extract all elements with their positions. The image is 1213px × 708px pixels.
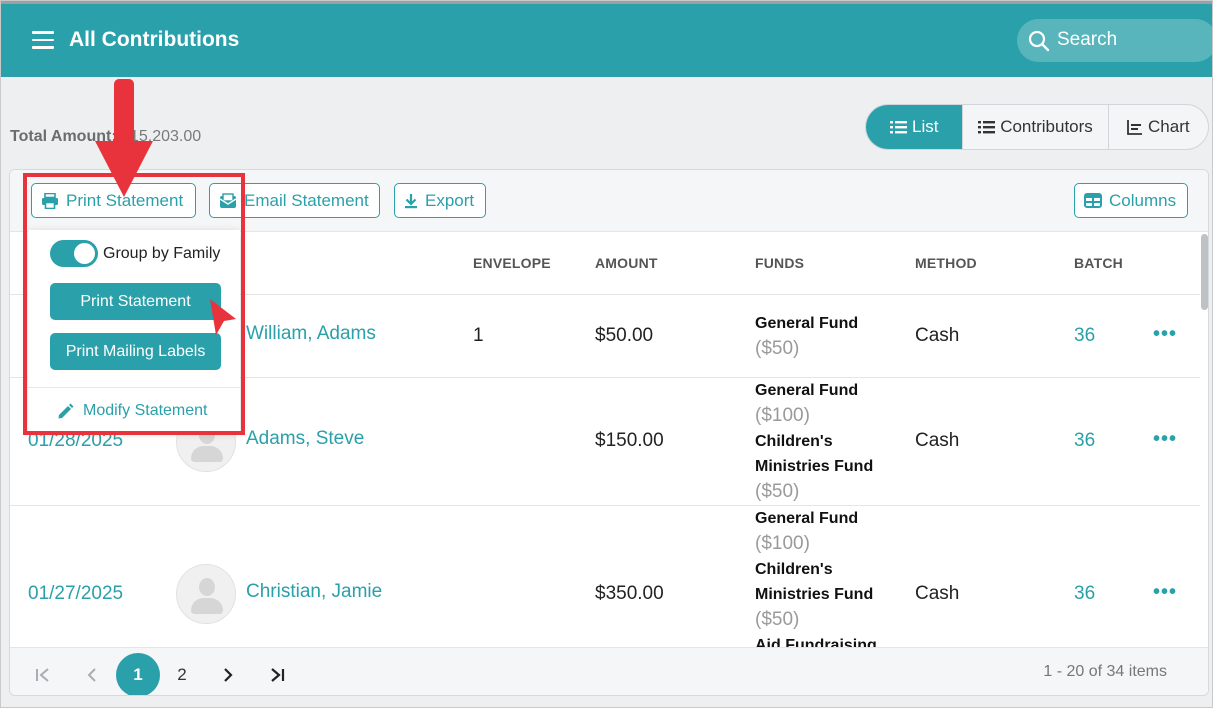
print-statement-menu: Group by Family Print Statement Print Ma… [28,230,240,431]
fund-entry: Aid Fundraising [755,633,895,647]
app-window: All Contributions Total Amount: $15,203.… [0,0,1213,708]
total-amount: Total Amount: $15,203.00 [10,128,201,146]
chart-icon [1127,120,1143,135]
total-amount-value: $15,203.00 [121,128,202,145]
batch-link[interactable]: 36 [1074,430,1095,452]
fund-entry: General Fund ($100) [755,378,895,429]
envelope-cell: 1 [473,325,484,346]
fund-amount: ($50) [755,338,800,359]
fund-amount: ($100) [755,405,810,426]
print-statement-menu-button[interactable]: Print Statement [50,283,221,320]
column-header-envelope[interactable]: ENVELOPE [473,255,551,271]
contributor-name-link[interactable]: William, Adams [246,323,376,345]
hamburger-menu-icon[interactable] [32,31,54,49]
next-page-icon[interactable] [206,653,250,695]
scrollbar-thumb[interactable] [1201,234,1208,310]
page-title: All Contributions [69,28,240,51]
fund-name: Children's Ministries Fund [755,561,874,603]
fund-name: General Fund [755,315,859,332]
column-header-method[interactable]: METHOD [915,255,977,271]
modify-statement-label: Modify Statement [83,402,208,419]
first-page-icon[interactable] [21,653,65,695]
fund-entry: General Fund ($100) [755,506,895,557]
fund-entry: Children's Ministries Fund ($50) [755,429,895,505]
contributor-name-link[interactable]: Adams, Steve [246,428,364,450]
funds-cell: General Fund ($100) Children's Ministrie… [755,506,895,647]
avatar [176,564,236,624]
group-by-family-toggle[interactable] [50,240,98,267]
amount-cell: $150.00 [595,430,664,451]
more-actions-icon[interactable]: ••• [1153,323,1177,346]
tab-list-label: List [911,117,939,136]
date-link[interactable]: 01/27/2025 [28,583,123,605]
fund-name: General Fund [755,382,859,399]
printer-icon [42,192,58,209]
total-amount-label: Total Amount: [10,128,117,145]
previous-page-icon[interactable] [70,653,114,695]
fund-name: General Fund [755,510,859,527]
email-statement-button[interactable]: Email Statement [209,183,380,218]
table-row[interactable]: 01/27/2025 Christian, Jamie $350.00 Gene… [10,506,1200,647]
top-bar: All Contributions [1,1,1212,77]
method-cell: Cash [915,583,960,604]
more-actions-icon[interactable]: ••• [1153,581,1177,604]
fund-name: Aid Fundraising [755,637,877,647]
view-switcher: List Contributors Chart [865,104,1209,150]
group-by-family-label: Group by Family [103,245,221,262]
amount-cell: $50.00 [595,325,654,346]
search-input[interactable] [1057,27,1207,53]
download-icon [405,193,417,208]
card-toolbar: Print Statement Email Statement Export C… [10,170,1208,232]
column-header-funds[interactable]: FUNDS [755,255,804,271]
items-count: 1 - 20 of 34 items [1043,663,1167,680]
modify-statement-link[interactable]: Modify Statement [57,402,208,420]
print-statement-button[interactable]: Print Statement [31,183,196,218]
tab-contributors-label: Contributors [1000,117,1093,136]
more-actions-icon[interactable]: ••• [1153,428,1177,451]
page-button-2[interactable]: 2 [160,653,204,695]
funds-cell: General Fund ($50) [755,311,895,362]
envelope-icon [219,192,237,208]
tab-contributors[interactable]: Contributors [962,105,1107,149]
pencil-icon [58,403,74,418]
vertical-scrollbar[interactable] [1200,232,1208,647]
menu-divider [28,387,240,388]
fund-entry: Children's Ministries Fund ($50) [755,557,895,633]
fund-name: Children's Ministries Fund [755,433,874,475]
date-link[interactable]: 01/28/2025 [28,430,123,452]
fund-entry: General Fund ($50) [755,311,895,362]
fund-amount: ($50) [755,609,800,630]
column-header-amount[interactable]: AMOUNT [595,255,658,271]
export-button[interactable]: Export [394,183,486,218]
fund-amount: ($50) [755,481,800,502]
contributor-name-link[interactable]: Christian, Jamie [246,581,382,603]
export-label: Export [425,190,475,210]
amount-cell: $350.00 [595,583,664,604]
method-cell: Cash [915,430,960,451]
batch-link[interactable]: 36 [1074,583,1095,605]
tab-chart-label: Chart [1148,117,1190,136]
funds-cell: General Fund ($100) Children's Ministrie… [755,378,895,505]
pagination: 1 2 1 - 20 of 34 items [10,647,1208,695]
print-statement-label: Print Statement [66,190,184,210]
email-statement-label: Email Statement [244,190,369,210]
search-box[interactable] [1017,19,1212,62]
list-icon [889,121,907,134]
batch-link[interactable]: 36 [1074,325,1095,347]
column-header-batch[interactable]: BATCH [1074,255,1123,271]
list-icon [978,121,996,134]
last-page-icon[interactable] [255,653,299,695]
search-icon [1028,30,1050,52]
page-button-1[interactable]: 1 [116,653,160,695]
columns-button[interactable]: Columns [1074,183,1188,218]
tab-list[interactable]: List [866,105,963,149]
print-mailing-labels-button[interactable]: Print Mailing Labels [50,333,221,370]
method-cell: Cash [915,325,960,346]
tab-chart[interactable]: Chart [1107,105,1208,149]
fund-amount: ($100) [755,533,810,554]
columns-icon [1084,193,1102,208]
columns-label: Columns [1109,190,1177,210]
